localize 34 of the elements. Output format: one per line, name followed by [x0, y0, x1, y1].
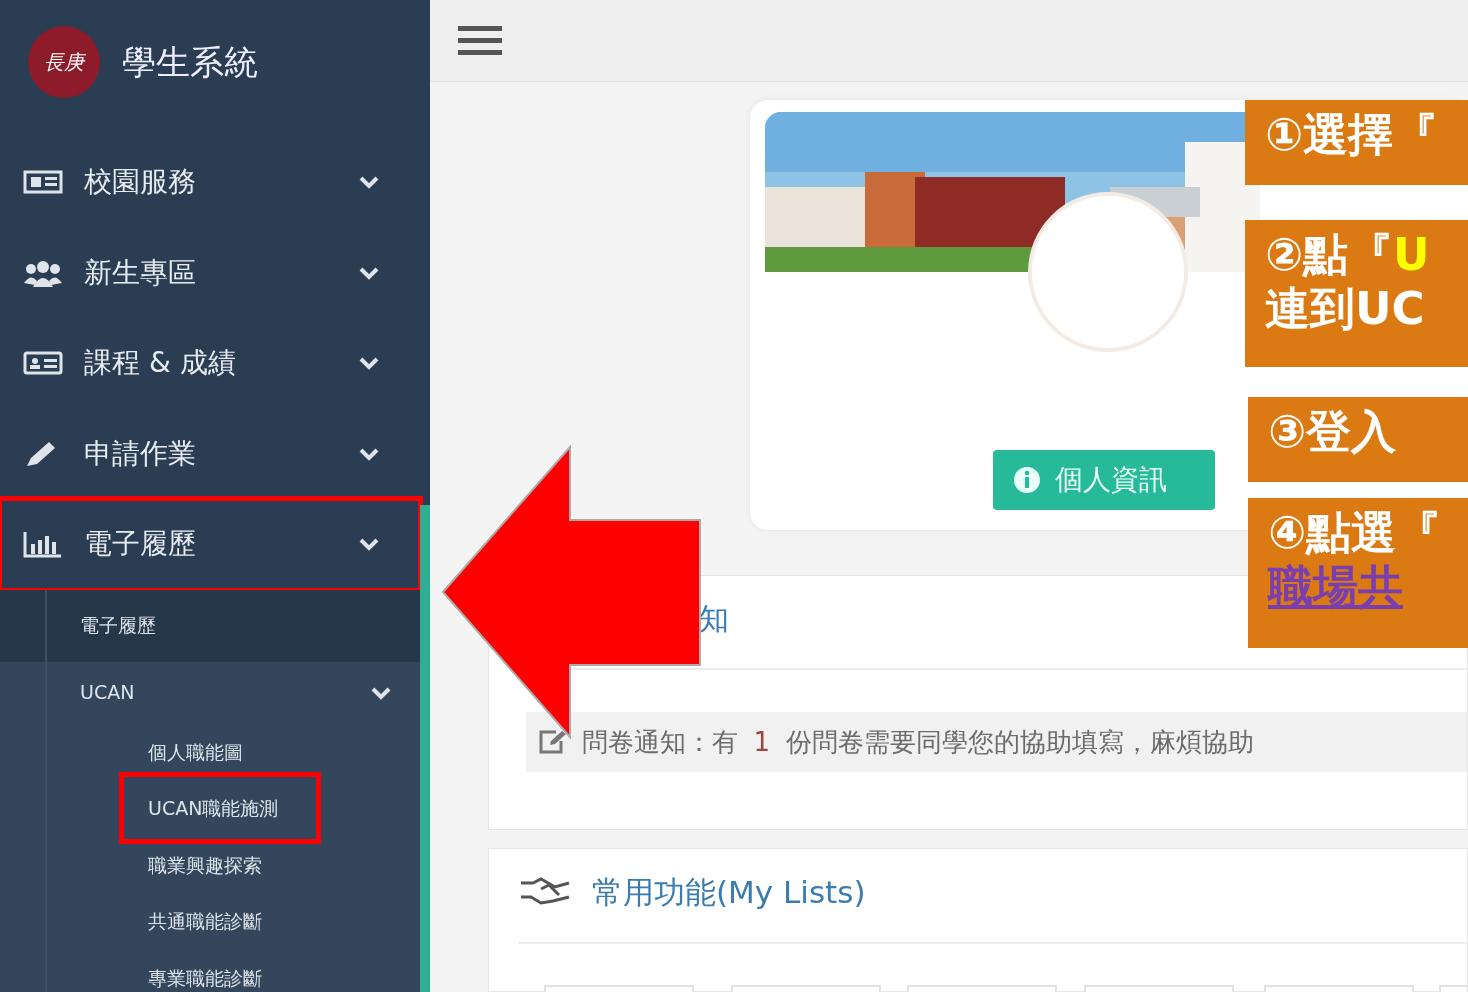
submenu-item[interactable]: 電子履歷 — [0, 589, 420, 662]
id-card-icon — [22, 349, 64, 378]
callout-text: ①選擇『 — [1265, 108, 1439, 162]
info-icon — [1013, 466, 1041, 494]
callout-text: ③登入 — [1268, 405, 1397, 459]
submenu-item[interactable]: 共通職能診斷 — [122, 893, 302, 950]
logo: 長庚 — [28, 26, 100, 98]
id-card-icon — [22, 168, 64, 197]
handshake-icon — [519, 875, 571, 905]
callout-text: ④點選『 — [1268, 506, 1442, 560]
submenu-item[interactable]: 專業職能診斷 — [122, 949, 302, 992]
callout-text: ②點『U — [1265, 228, 1430, 282]
chevron-icon — [358, 446, 380, 461]
bar-chart-icon — [22, 530, 64, 559]
app-title: 學生系統 — [122, 40, 258, 84]
menu-item[interactable]: 申請作業 — [0, 408, 420, 499]
menu-item[interactable]: 校園服務 — [0, 137, 420, 228]
chevron-icon — [358, 356, 380, 371]
menu-icon[interactable] — [458, 24, 502, 57]
card-title: 知 — [699, 600, 729, 638]
chevron-icon — [358, 537, 380, 552]
callout-text: 職場共 — [1268, 560, 1403, 614]
menu-item[interactable]: 電子履歷 — [0, 499, 420, 590]
card-title: 常用功能(My Lists) — [592, 873, 866, 912]
menu-item[interactable]: 課程 & 成績 — [0, 318, 420, 409]
chevron-icon — [358, 175, 380, 190]
chevron-icon — [370, 685, 392, 700]
menu-item[interactable]: 新生專區 — [0, 227, 420, 318]
chevron-icon — [358, 265, 380, 280]
edit-icon — [538, 729, 568, 755]
submenu-item[interactable]: UCAN — [0, 661, 420, 724]
users-icon — [22, 258, 64, 287]
callout-text: 連到UC — [1265, 282, 1425, 336]
notice-text: 問卷通知：有 1 份問卷需要同學您的協助填寫，麻煩協助 — [582, 725, 1254, 759]
